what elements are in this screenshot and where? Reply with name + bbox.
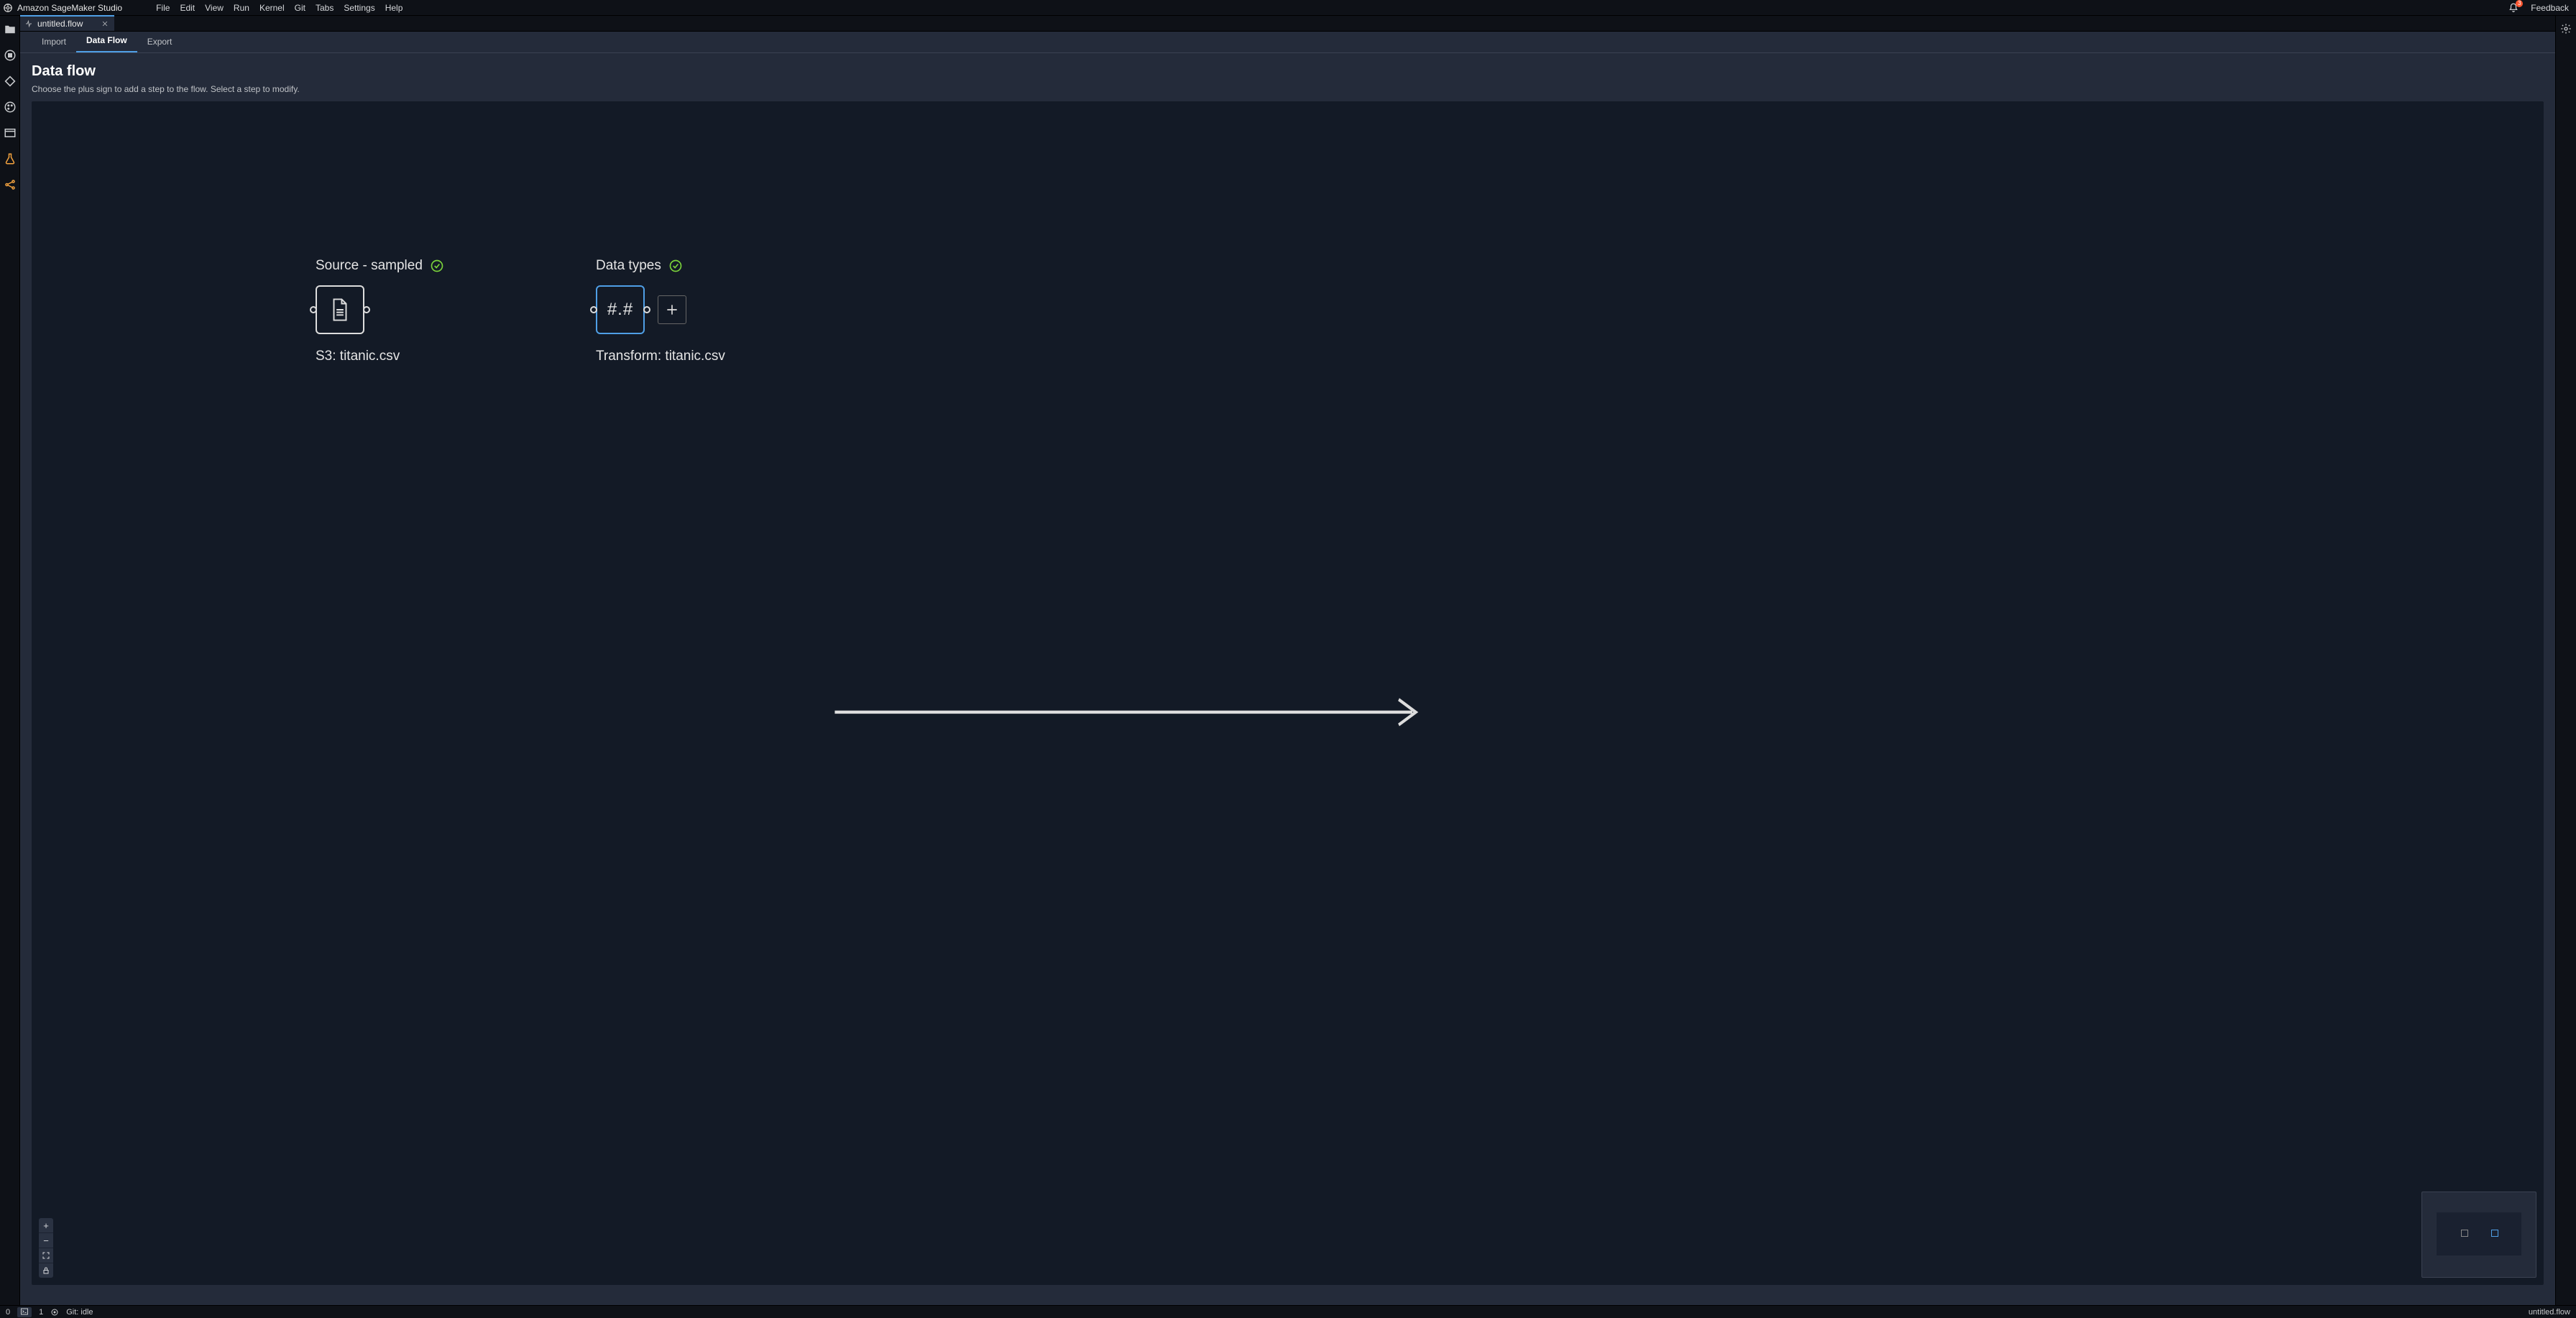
- status-right-file: untitled.flow: [2529, 1308, 2570, 1317]
- lock-button[interactable]: [39, 1263, 53, 1278]
- gear-icon[interactable]: [2560, 23, 2572, 34]
- status-git[interactable]: Git: idle: [66, 1308, 93, 1317]
- node-source: Source - sampled S3: tit: [316, 258, 502, 364]
- minimap-node-source: [2461, 1230, 2468, 1237]
- canvas[interactable]: Source - sampled S3: tit: [32, 101, 2544, 1285]
- window-icon: [4, 126, 17, 139]
- node-source-title: Source - sampled: [316, 258, 423, 274]
- node-source-subtitle: S3: titanic.csv: [316, 349, 502, 364]
- check-circle-icon: [668, 259, 683, 273]
- port-out[interactable]: [363, 306, 370, 313]
- menu-git[interactable]: Git: [290, 3, 310, 13]
- close-icon[interactable]: [101, 20, 109, 27]
- menus: File Edit View Run Kernel Git Tabs Setti…: [151, 3, 408, 13]
- menu-settings[interactable]: Settings: [339, 3, 380, 13]
- check-circle-icon: [430, 259, 444, 273]
- page-title: Data flow: [32, 63, 2544, 80]
- flow-tabs: Import Data Flow Export: [20, 32, 2555, 53]
- data-types-glyph: #.#: [607, 300, 633, 320]
- activity-endpoints[interactable]: [4, 178, 17, 191]
- node-transform-title: Data types: [596, 258, 661, 274]
- activity-experiments[interactable]: [4, 152, 17, 165]
- share-icon: [4, 178, 17, 191]
- document-icon: [329, 298, 351, 322]
- notification-badge: 3: [2516, 0, 2523, 7]
- statusbar: 0 1 Git: idle untitled.flow: [0, 1305, 2576, 1318]
- flow-header: Data flow Choose the plus sign to add a …: [20, 53, 2555, 101]
- zoom-in-button[interactable]: +: [39, 1218, 53, 1233]
- flow-file-icon: [24, 19, 33, 28]
- menu-kernel[interactable]: Kernel: [254, 3, 290, 13]
- zoom-controls: + −: [39, 1218, 53, 1278]
- right-rail: [2556, 16, 2576, 1305]
- tab-title: untitled.flow: [37, 19, 83, 29]
- menu-tabs[interactable]: Tabs: [310, 3, 339, 13]
- activity-files[interactable]: [4, 23, 17, 36]
- activity-running[interactable]: [4, 49, 17, 62]
- status-left-count: 0: [6, 1308, 10, 1317]
- git-icon: [4, 75, 17, 88]
- brand: Amazon SageMaker Studio: [3, 3, 122, 13]
- activity-commands[interactable]: [4, 101, 17, 114]
- activity-tabs[interactable]: [4, 126, 17, 139]
- plus-icon: [665, 303, 679, 317]
- feedback-link[interactable]: Feedback: [2528, 3, 2572, 13]
- expand-icon: [42, 1251, 50, 1260]
- status-terminals-chip[interactable]: [17, 1307, 32, 1317]
- minimap[interactable]: [2421, 1192, 2536, 1278]
- lock-icon: [42, 1266, 50, 1275]
- node-transform: Data types #.# Transform: titanic: [596, 258, 783, 364]
- stop-circle-icon: [4, 49, 17, 62]
- terminal-icon: [20, 1307, 29, 1316]
- status-terminals-count: 1: [39, 1308, 43, 1317]
- node-source-title-row: Source - sampled: [316, 258, 502, 274]
- flow-tab-import[interactable]: Import: [32, 32, 76, 52]
- port-in[interactable]: [590, 306, 597, 313]
- page-subtitle: Choose the plus sign to add a step to th…: [32, 84, 2544, 94]
- activity-git[interactable]: [4, 75, 17, 88]
- menu-view[interactable]: View: [200, 3, 229, 13]
- node-transform-subtitle: Transform: titanic.csv: [596, 349, 783, 364]
- flow-tab-dataflow[interactable]: Data Flow: [76, 31, 137, 52]
- minimap-node-transform: [2491, 1230, 2498, 1237]
- fit-button[interactable]: [39, 1248, 53, 1263]
- folder-icon: [4, 23, 17, 36]
- palette-icon: [4, 101, 17, 114]
- editor-main: untitled.flow Import Data Flow Export Da…: [20, 16, 2556, 1305]
- instance-icon[interactable]: [50, 1308, 59, 1317]
- sagemaker-logo-icon: [3, 3, 13, 13]
- menubar: Amazon SageMaker Studio File Edit View R…: [0, 0, 2576, 16]
- zoom-out-button[interactable]: −: [39, 1233, 53, 1248]
- node-source-box[interactable]: [316, 285, 364, 334]
- add-step-button[interactable]: [658, 295, 686, 324]
- node-transform-box[interactable]: #.#: [596, 285, 645, 334]
- minimap-viewport: [2437, 1212, 2521, 1255]
- notifications-button[interactable]: 3: [2508, 2, 2519, 14]
- tabstrip: untitled.flow: [20, 16, 2555, 32]
- menu-edit[interactable]: Edit: [175, 3, 200, 13]
- node-transform-title-row: Data types: [596, 258, 783, 274]
- port-in[interactable]: [310, 306, 317, 313]
- activity-bar: [0, 16, 20, 1305]
- brand-label: Amazon SageMaker Studio: [17, 3, 122, 13]
- menu-run[interactable]: Run: [229, 3, 254, 13]
- menu-help[interactable]: Help: [380, 3, 408, 13]
- flask-icon: [4, 152, 17, 165]
- port-out[interactable]: [643, 306, 650, 313]
- tab-untitled-flow[interactable]: untitled.flow: [20, 15, 114, 31]
- flow-tab-export[interactable]: Export: [137, 32, 183, 52]
- menu-file[interactable]: File: [151, 3, 175, 13]
